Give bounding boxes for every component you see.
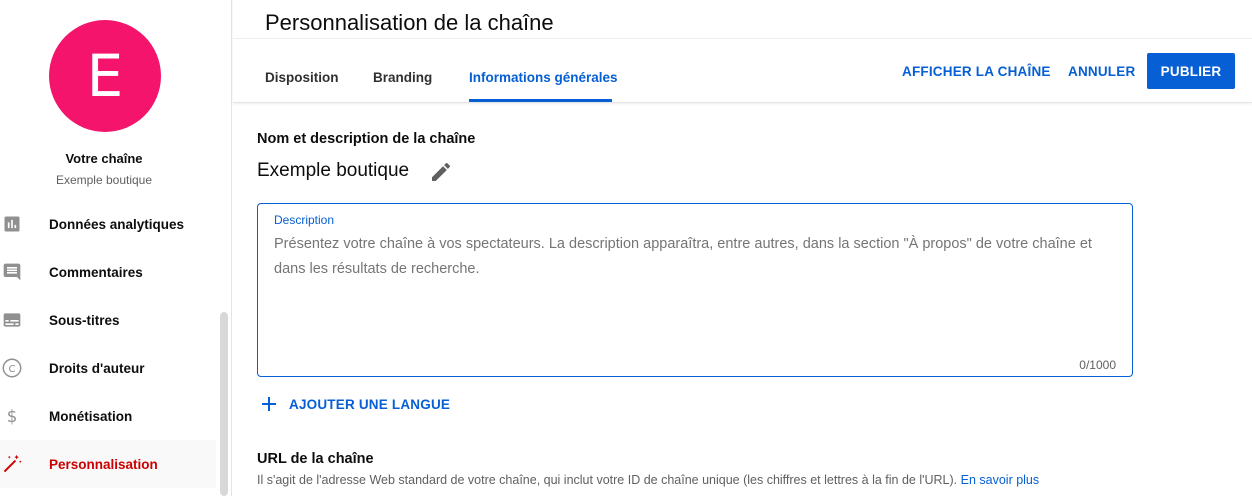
url-note-text: Il s'agit de l'adresse Web standard de v…	[257, 473, 958, 487]
channel-name: Exemple boutique	[257, 160, 410, 181]
url-section-heading: URL de la chaîne	[257, 451, 374, 467]
sidebar-item-subtitles[interactable]: Sous-titres	[0, 296, 216, 344]
name-section-heading: Nom et description de la chaîne	[257, 131, 476, 147]
tab-branding[interactable]: Branding	[373, 70, 432, 85]
sidebar-item-analytics[interactable]: Données analytiques	[0, 200, 216, 248]
char-counter: 0/1000	[1079, 358, 1116, 372]
add-language-label: AJOUTER UNE LANGUE	[289, 396, 451, 412]
dollar-icon: $	[0, 392, 36, 440]
description-input[interactable]	[274, 232, 1120, 342]
sidebar-item-label: Droits d'auteur	[49, 360, 145, 376]
sidebar-item-label: Commentaires	[49, 264, 143, 280]
sidebar-item-label: Sous-titres	[49, 312, 120, 328]
sidebar-item-customization[interactable]: Personnalisation	[0, 440, 216, 488]
publish-button[interactable]: PUBLIER	[1147, 53, 1235, 89]
magic-wand-icon	[0, 440, 36, 488]
divider	[233, 38, 1252, 39]
sidebar-item-monetization[interactable]: $ Monétisation	[0, 392, 216, 440]
copyright-icon: C	[0, 344, 36, 392]
learn-more-link[interactable]: En savoir plus	[961, 473, 1040, 487]
comment-icon	[0, 248, 36, 296]
sidebar: E Votre chaîne Exemple boutique Données …	[0, 0, 232, 496]
sidebar-item-comments[interactable]: Commentaires	[0, 248, 216, 296]
sidebar-scrollbar[interactable]	[220, 312, 228, 496]
channel-name-label: Exemple boutique	[55, 173, 153, 187]
page-header: Personnalisation de la chaîne Dispositio…	[233, 0, 1252, 103]
description-field[interactable]: Description 0/1000	[257, 203, 1133, 377]
sidebar-item-label: Données analytiques	[49, 216, 185, 232]
plus-icon	[259, 394, 279, 414]
sidebar-item-label: Personnalisation	[49, 456, 158, 472]
bar-chart-icon	[0, 200, 36, 248]
tab-basic-info[interactable]: Informations générales	[469, 70, 618, 85]
channel-title: Votre chaîne	[65, 151, 143, 166]
url-description: Il s'agit de l'adresse Web standard de v…	[257, 473, 1039, 487]
add-language-button[interactable]: AJOUTER UNE LANGUE	[259, 394, 450, 414]
sidebar-item-label: Monétisation	[49, 408, 133, 424]
edit-icon[interactable]	[429, 160, 453, 184]
svg-text:$: $	[7, 407, 18, 426]
cancel-button[interactable]: ANNULER	[1068, 64, 1135, 79]
subtitles-icon	[0, 296, 36, 344]
sidebar-item-copyright[interactable]: C Droits d'auteur	[0, 344, 216, 392]
view-channel-button[interactable]: AFFICHER LA CHAÎNE	[902, 64, 1051, 79]
active-tab-indicator	[469, 99, 612, 102]
tab-layout[interactable]: Disposition	[265, 70, 339, 85]
description-label: Description	[274, 213, 335, 227]
svg-text:C: C	[8, 364, 15, 375]
channel-avatar[interactable]: E	[49, 20, 161, 132]
avatar-letter: E	[86, 42, 124, 110]
page-title: Personnalisation de la chaîne	[265, 10, 554, 35]
